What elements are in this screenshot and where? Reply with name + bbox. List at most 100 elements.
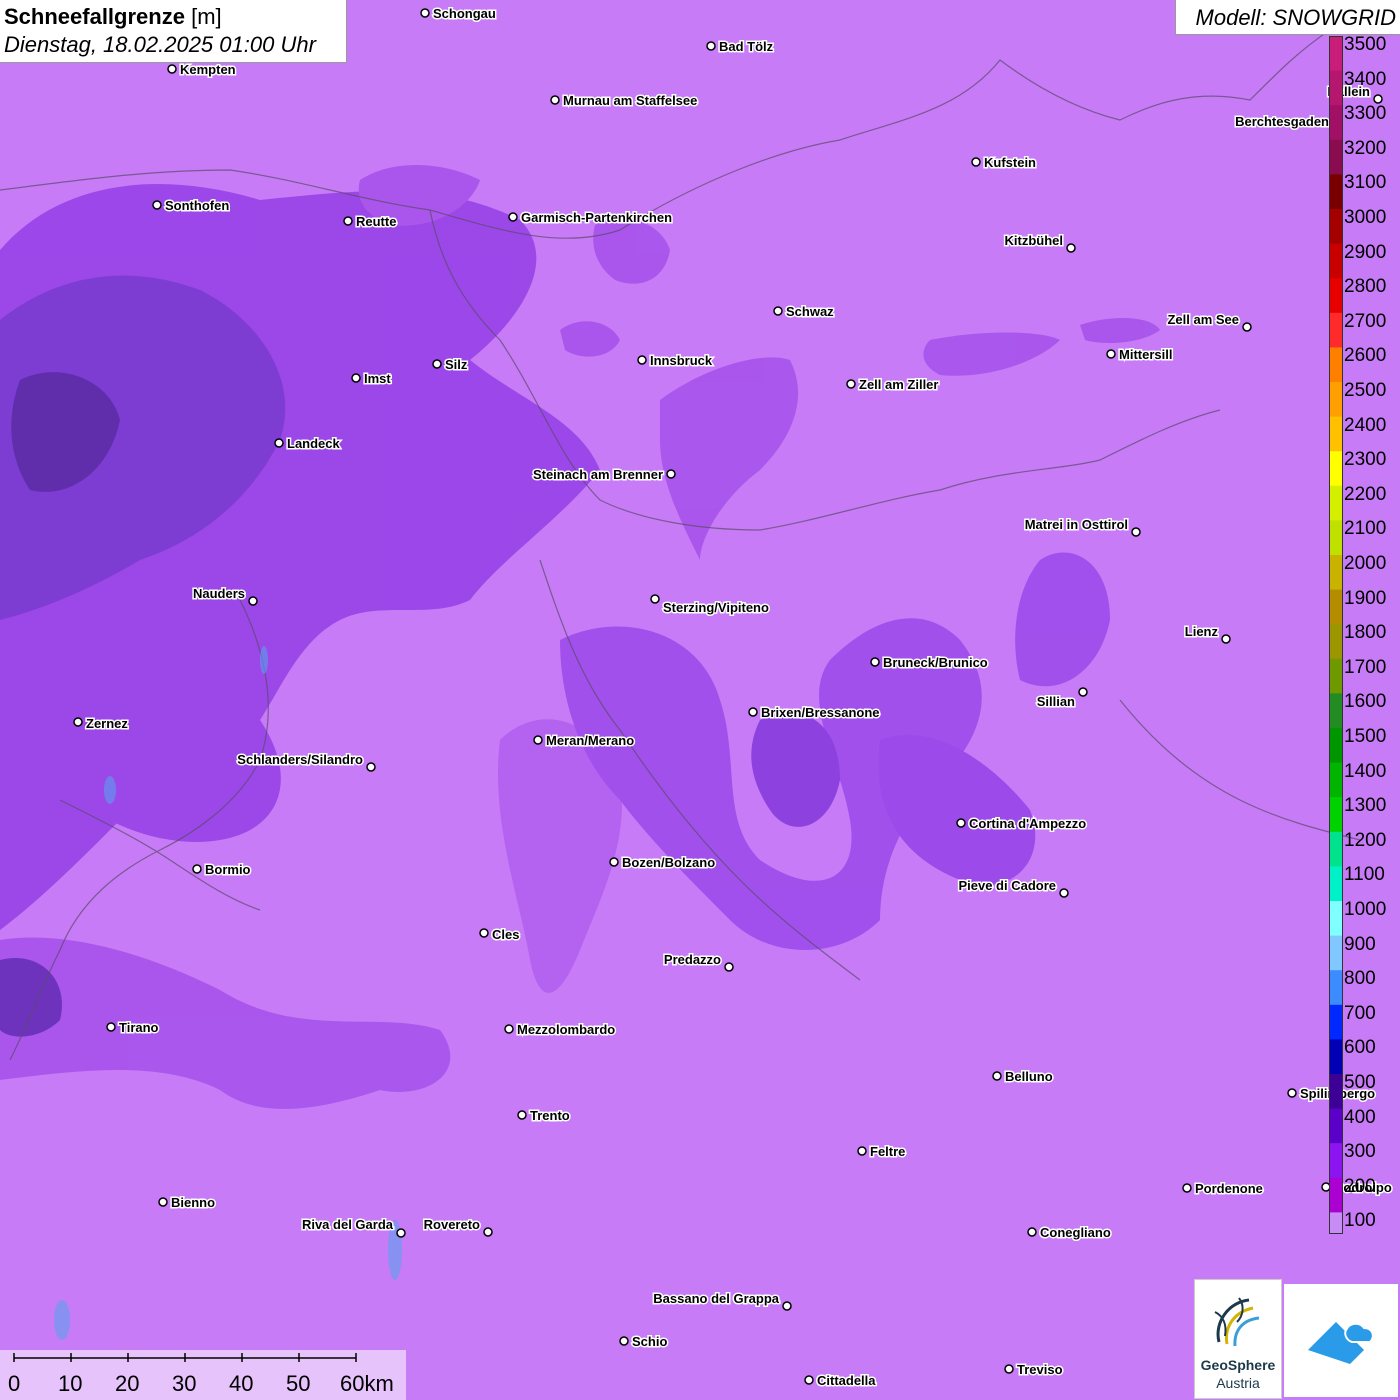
city-label: Matrei in Osttirol — [1025, 517, 1128, 532]
city-dot — [956, 818, 966, 828]
legend-label: 2600 — [1344, 345, 1387, 367]
legend-label: 100 — [1344, 1210, 1376, 1232]
city-label: Berchtesgaden — [1235, 114, 1329, 129]
city-label: Sonthofen — [165, 198, 229, 213]
legend-swatch — [1329, 70, 1343, 106]
legend-label: 3000 — [1344, 207, 1387, 228]
city-dot — [1059, 888, 1069, 898]
legend-swatch — [1329, 36, 1343, 72]
scale-label: 60km — [340, 1371, 394, 1396]
model-box: Modell: SNOWGRID — [1175, 0, 1400, 35]
city-label: Sterzing/Vipiteno — [663, 600, 769, 615]
city-label: Zell am See — [1167, 312, 1239, 327]
city-label: Kitzbühel — [1005, 233, 1064, 248]
legend-swatch — [1329, 797, 1343, 833]
city-label: Bruneck/Brunico — [883, 655, 988, 670]
city-label: Sillian — [1037, 694, 1075, 709]
legend-swatch — [1329, 970, 1343, 1006]
legend-label: 1700 — [1344, 656, 1387, 678]
model-label: Modell: SNOWGRID — [1195, 5, 1396, 30]
legend-swatch — [1329, 416, 1343, 452]
legend-swatch — [1329, 901, 1343, 937]
city-label: Bassano del Grappa — [653, 1291, 779, 1306]
legend-swatch — [1329, 1039, 1343, 1075]
legend-swatch — [1329, 1143, 1343, 1179]
city-label: Rovereto — [424, 1217, 480, 1232]
city-dot — [1242, 322, 1252, 332]
city-label: Landeck — [287, 436, 341, 451]
city-dot — [1027, 1227, 1037, 1237]
city-dot — [248, 596, 258, 606]
legend-swatch — [1329, 831, 1343, 867]
city-dot — [1106, 349, 1116, 359]
legend-label: 3300 — [1344, 103, 1387, 125]
city-label: Innsbruck — [650, 353, 713, 368]
legend-label: 1100 — [1344, 864, 1385, 886]
city-label: Pieve di Cadore — [958, 878, 1056, 893]
scale-label: 50 — [286, 1371, 311, 1396]
geosphere-emblem-icon — [1214, 1297, 1260, 1347]
legend-label: 2700 — [1344, 310, 1387, 332]
city-label: Mittersill — [1119, 347, 1172, 362]
legend-swatch — [1329, 935, 1343, 971]
legend-label: 2900 — [1344, 241, 1387, 263]
city-dot — [432, 359, 442, 369]
legend-label: 400 — [1344, 1106, 1376, 1128]
city-dot — [971, 157, 981, 167]
city-marker: Mezzolombardo — [504, 1021, 617, 1039]
legend-swatch — [1329, 1177, 1343, 1213]
city-marker: Berchtesgaden — [1234, 113, 1342, 131]
city-dot — [650, 594, 660, 604]
city-label: Treviso — [1017, 1362, 1063, 1377]
snowgrid-logo[interactable] — [1284, 1284, 1398, 1397]
city-dot — [192, 864, 202, 874]
city-dot — [846, 379, 856, 389]
city-marker: Bozen/Bolzano — [609, 854, 717, 872]
city-label: Reutte — [356, 214, 396, 229]
legend-label: 200 — [1344, 1175, 1376, 1197]
city-dot — [1131, 527, 1141, 537]
city-dot — [1221, 634, 1231, 644]
scale-label: 40 — [229, 1371, 254, 1396]
legend-label: 2000 — [1344, 553, 1387, 574]
legend-label: 1300 — [1344, 795, 1387, 817]
legend-label: 1800 — [1344, 622, 1387, 644]
legend-swatch — [1329, 728, 1343, 764]
title-box: Schneefallgrenze [m] Dienstag, 18.02.202… — [0, 0, 347, 63]
city-dot — [158, 1197, 168, 1207]
legend-label: 3400 — [1344, 68, 1387, 90]
legend-swatch — [1329, 520, 1343, 556]
legend-label: 1500 — [1344, 726, 1387, 747]
legend-label: 3200 — [1344, 137, 1387, 159]
city-label: Schongau — [433, 6, 496, 21]
legend-label: 1600 — [1344, 691, 1387, 713]
legend-swatch — [1329, 312, 1343, 348]
city-label: Bad Tölz — [719, 39, 774, 54]
city-label: Brixen/Bressanone — [761, 705, 880, 720]
legend-swatch — [1329, 451, 1343, 487]
city-label: Lienz — [1185, 624, 1219, 639]
scale-label: 30 — [172, 1371, 197, 1396]
legend-label: 2300 — [1344, 449, 1387, 471]
legend-swatch — [1329, 1004, 1343, 1040]
city-dot — [533, 735, 543, 745]
legend-label: 1900 — [1344, 587, 1387, 609]
legend-swatch — [1329, 555, 1343, 591]
city-label: Bozen/Bolzano — [622, 855, 715, 870]
geosphere-logo[interactable]: GeoSphere Austria — [1194, 1279, 1282, 1399]
legend-label: 500 — [1344, 1072, 1376, 1093]
city-label: Schio — [632, 1334, 667, 1349]
scale-label: 0 — [8, 1371, 21, 1396]
city-marker: Zell am Ziller — [846, 376, 940, 394]
legend-swatch — [1329, 278, 1343, 314]
legend-label: 3100 — [1344, 172, 1387, 194]
city-marker: Garmisch-Partenkirchen — [508, 209, 674, 227]
city-label: Zernez — [86, 716, 128, 731]
city-dot — [724, 962, 734, 972]
legend-label: 1400 — [1344, 760, 1387, 782]
city-marker: Pordenone — [1182, 1180, 1264, 1198]
city-dot — [106, 1022, 116, 1032]
city-label: Tirano — [119, 1020, 159, 1035]
city-label: Pordenone — [1195, 1181, 1263, 1196]
city-dot — [1373, 94, 1383, 104]
